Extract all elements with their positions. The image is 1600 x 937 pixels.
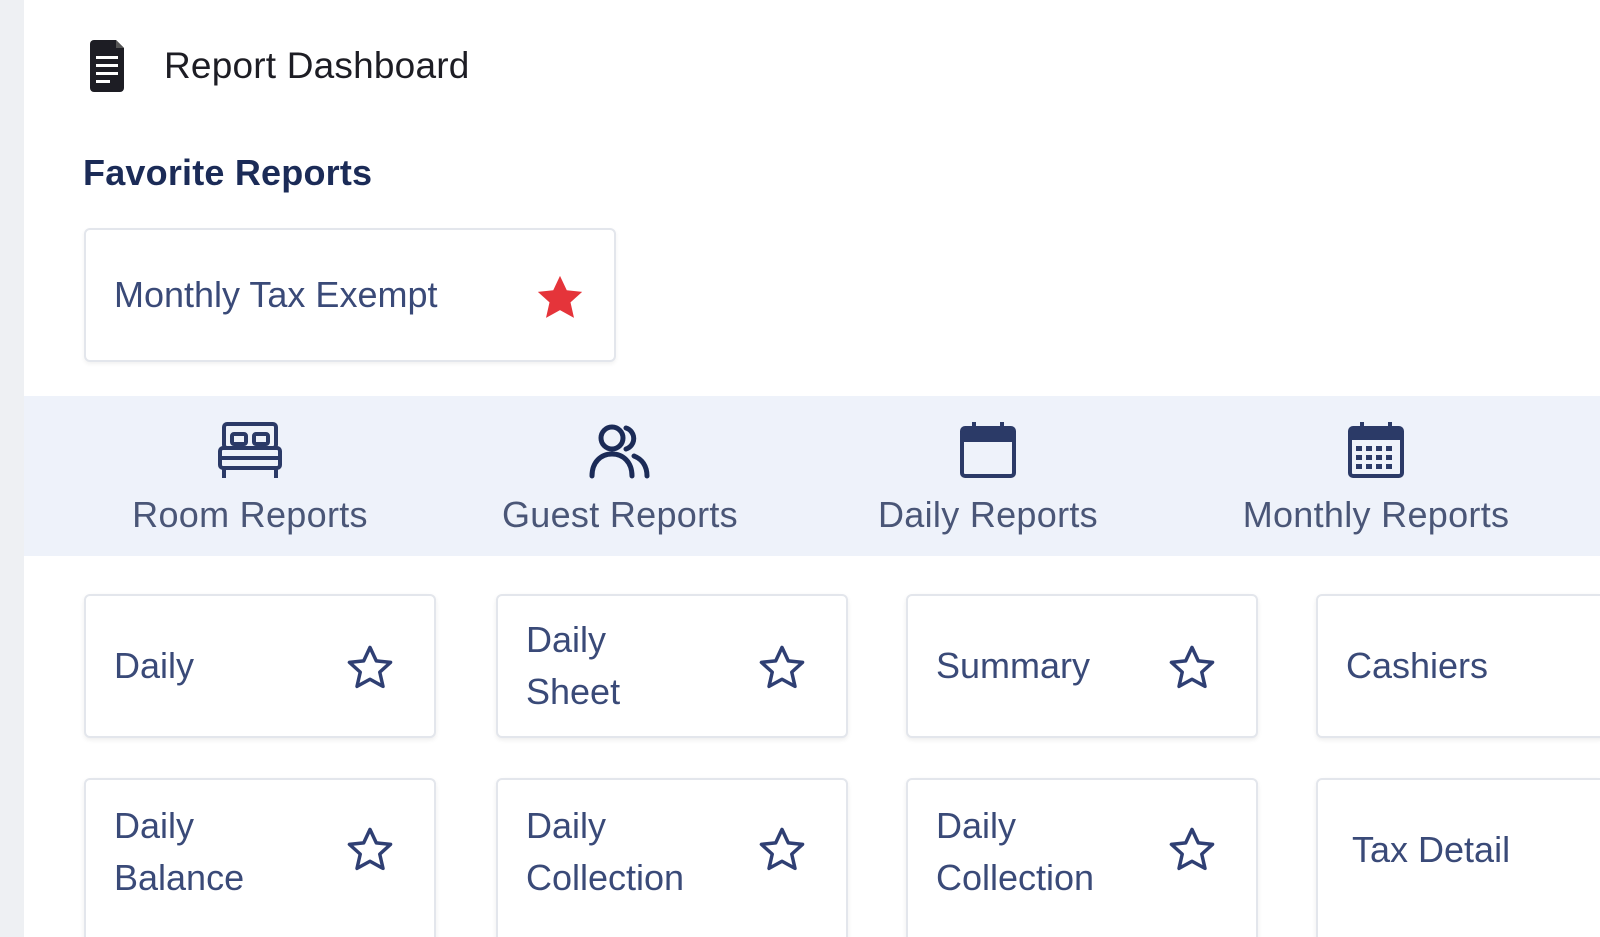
- report-card-tax-detail[interactable]: Tax Detail: [1316, 778, 1600, 937]
- report-label: Daily: [114, 645, 195, 686]
- favorite-reports-heading: Favorite Reports: [83, 152, 373, 193]
- page-header: Report Dashboard: [88, 36, 470, 96]
- report-card-daily-collection-2[interactable]: Daily Collection: [906, 778, 1258, 937]
- star-outline-icon[interactable]: [756, 642, 808, 694]
- document-icon: [90, 40, 124, 92]
- users-icon: [589, 424, 650, 479]
- star-outline-icon[interactable]: [1166, 642, 1218, 694]
- tab-monthly-reports[interactable]: Monthly Reports: [1220, 396, 1532, 556]
- report-label: Daily Collection: [526, 805, 685, 898]
- page-title: Report Dashboard: [164, 45, 470, 86]
- report-label: Daily Sheet: [526, 619, 621, 712]
- report-card-summary[interactable]: Summary: [906, 594, 1258, 738]
- report-category-tabs: Room Reports Guest Reports Daily Reports…: [24, 396, 1600, 556]
- tab-room-reports[interactable]: Room Reports: [114, 396, 386, 556]
- tab-guest-reports[interactable]: Guest Reports: [484, 396, 756, 556]
- star-outline-icon[interactable]: [756, 824, 808, 876]
- report-label: Tax Detail: [1352, 829, 1511, 870]
- tab-label: Guest Reports: [501, 494, 738, 535]
- tab-daily-reports[interactable]: Daily Reports: [860, 396, 1116, 556]
- star-filled-icon[interactable]: [532, 270, 588, 326]
- report-label: Summary: [936, 645, 1091, 686]
- tab-label: Room Reports: [132, 494, 368, 535]
- main-content: Report Dashboard Favorite Reports Monthl…: [24, 0, 1600, 937]
- favorite-report-card[interactable]: Monthly Tax Exempt: [84, 228, 616, 362]
- calendar-grid-icon: [1348, 422, 1404, 478]
- calendar-icon: [960, 422, 1016, 478]
- report-card-daily-sheet[interactable]: Daily Sheet: [496, 594, 848, 738]
- tab-label: Monthly Reports: [1242, 494, 1510, 535]
- report-card-daily-collection[interactable]: Daily Collection: [496, 778, 848, 937]
- star-outline-icon[interactable]: [1166, 824, 1218, 876]
- left-rail: [0, 0, 24, 937]
- report-card-daily[interactable]: Daily: [84, 594, 436, 738]
- star-outline-icon[interactable]: [344, 824, 396, 876]
- star-outline-icon[interactable]: [344, 642, 396, 694]
- bed-icon: [218, 422, 282, 478]
- report-label: Daily Collection: [936, 805, 1095, 898]
- report-label: Cashiers: [1346, 645, 1489, 686]
- report-card-daily-balance[interactable]: Daily Balance: [84, 778, 436, 937]
- favorite-report-label: Monthly Tax Exempt: [114, 274, 438, 315]
- report-card-cashiers[interactable]: Cashiers: [1316, 594, 1600, 738]
- report-label: Daily Balance: [114, 805, 245, 898]
- tab-label: Daily Reports: [878, 494, 1098, 535]
